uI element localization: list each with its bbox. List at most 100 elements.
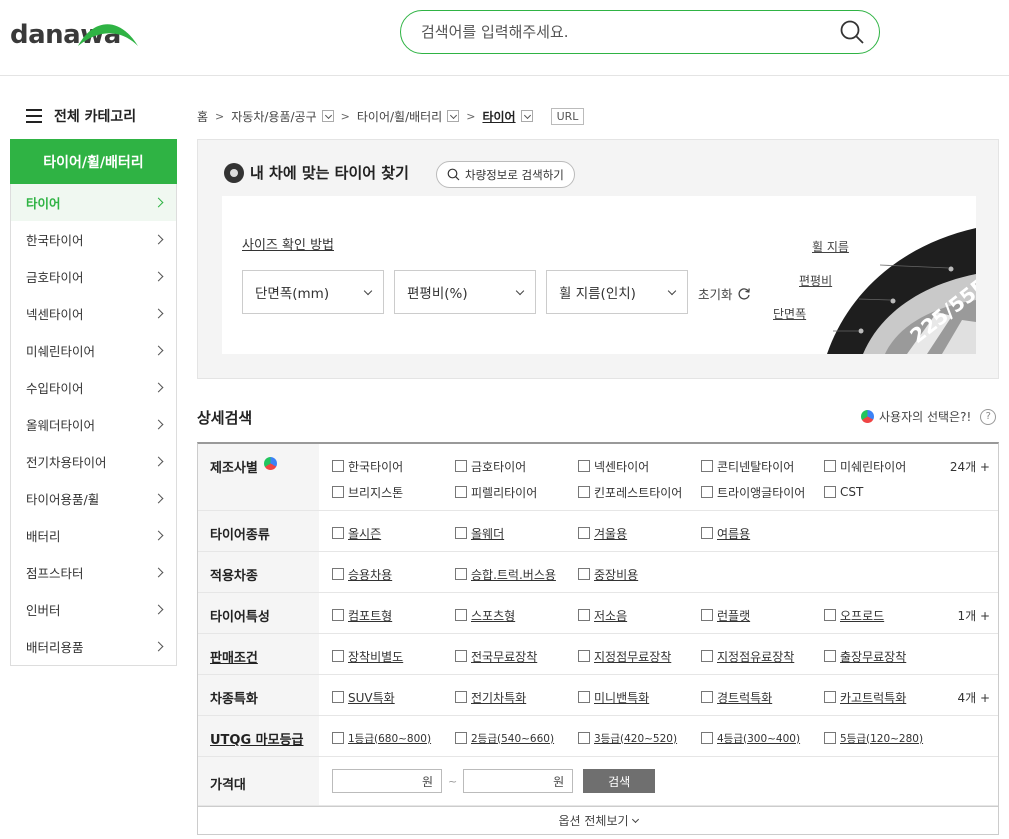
- filter-option[interactable]: 겨울용: [578, 520, 701, 546]
- chevron-down-icon[interactable]: [447, 110, 460, 122]
- sidebar-item-nexen[interactable]: 넥센타이어: [11, 295, 176, 332]
- search-icon[interactable]: [839, 19, 865, 45]
- max-price-input[interactable]: 원: [463, 769, 574, 793]
- checkbox[interactable]: [578, 460, 590, 472]
- checkbox[interactable]: [578, 650, 590, 662]
- sidebar-item-inverter[interactable]: 인버터: [11, 591, 176, 628]
- more-options-button[interactable]: 1개 +: [957, 607, 990, 624]
- checkbox[interactable]: [455, 460, 467, 472]
- filter-option[interactable]: 5등급(120~280): [824, 725, 947, 751]
- checkbox[interactable]: [455, 486, 467, 498]
- filter-option[interactable]: 카고트럭특화: [824, 684, 947, 710]
- checkbox[interactable]: [332, 460, 344, 472]
- sidebar-item-all-weather[interactable]: 올웨더타이어: [11, 406, 176, 443]
- filter-option[interactable]: 한국타이어: [332, 453, 455, 479]
- checkbox[interactable]: [578, 732, 590, 744]
- checkbox[interactable]: [332, 732, 344, 744]
- filter-option[interactable]: 콘티넨탈타이어: [701, 453, 824, 479]
- checkbox[interactable]: [578, 609, 590, 621]
- checkbox[interactable]: [455, 568, 467, 580]
- sidebar-item-tire[interactable]: 타이어: [11, 184, 176, 221]
- filter-option[interactable]: 여름용: [701, 520, 824, 546]
- width-select[interactable]: 단면폭(mm): [242, 270, 384, 314]
- sidebar-item-hankook[interactable]: 한국타이어: [11, 221, 176, 258]
- checkbox[interactable]: [824, 732, 836, 744]
- breadcrumb-current[interactable]: 타이어: [482, 108, 515, 125]
- filter-option[interactable]: 전국무료장착: [455, 643, 578, 669]
- sidebar-item-battery[interactable]: 배터리: [11, 517, 176, 554]
- search-input[interactable]: [421, 21, 821, 43]
- filter-option[interactable]: 브리지스톤: [332, 479, 455, 505]
- checkbox[interactable]: [455, 527, 467, 539]
- filter-option[interactable]: 지정점유료장착: [701, 643, 824, 669]
- checkbox[interactable]: [455, 691, 467, 703]
- more-options-button[interactable]: 24개 +: [950, 458, 990, 475]
- sidebar-item-tire-accessories[interactable]: 타이어용품/휠: [11, 480, 176, 517]
- chevron-down-icon[interactable]: [321, 110, 334, 122]
- chevron-down-icon[interactable]: [520, 110, 533, 122]
- size-help-link[interactable]: 사이즈 확인 방법: [242, 234, 334, 253]
- checkbox[interactable]: [455, 609, 467, 621]
- filter-option[interactable]: 금호타이어: [455, 453, 578, 479]
- filter-option[interactable]: 올웨더: [455, 520, 578, 546]
- filter-option[interactable]: 컴포트형: [332, 602, 455, 628]
- sidebar-item-battery-accessories[interactable]: 배터리용품: [11, 628, 176, 665]
- checkbox[interactable]: [701, 609, 713, 621]
- filter-option[interactable]: 장착비별도: [332, 643, 455, 669]
- min-price-input[interactable]: 원: [332, 769, 442, 793]
- filter-option[interactable]: 오프로드: [824, 602, 947, 628]
- sidebar-item-kumho[interactable]: 금호타이어: [11, 258, 176, 295]
- filter-option[interactable]: 미쉐린타이어: [824, 453, 947, 479]
- checkbox[interactable]: [824, 650, 836, 662]
- checkbox[interactable]: [332, 609, 344, 621]
- checkbox[interactable]: [701, 527, 713, 539]
- reset-button[interactable]: 초기화: [698, 284, 751, 303]
- sidebar-item-imported[interactable]: 수입타이어: [11, 369, 176, 406]
- checkbox[interactable]: [701, 486, 713, 498]
- checkbox[interactable]: [455, 650, 467, 662]
- filter-option[interactable]: 미니밴특화: [578, 684, 701, 710]
- checkbox[interactable]: [824, 691, 836, 703]
- danawa-logo[interactable]: danawa: [10, 14, 140, 54]
- checkbox[interactable]: [701, 691, 713, 703]
- checkbox[interactable]: [332, 650, 344, 662]
- checkbox[interactable]: [455, 732, 467, 744]
- checkbox[interactable]: [701, 460, 713, 472]
- filter-option[interactable]: 승용차용: [332, 561, 455, 587]
- view-all-options-button[interactable]: 옵션 전체보기: [198, 806, 998, 834]
- filter-option[interactable]: 올시즌: [332, 520, 455, 546]
- filter-option[interactable]: 스포츠형: [455, 602, 578, 628]
- filter-option[interactable]: CST: [824, 479, 947, 505]
- checkbox[interactable]: [701, 732, 713, 744]
- filter-option[interactable]: SUV특화: [332, 684, 455, 710]
- checkbox[interactable]: [332, 568, 344, 580]
- sidebar-item-michelin[interactable]: 미쉐린타이어: [11, 332, 176, 369]
- more-options-button[interactable]: 4개 +: [957, 689, 990, 706]
- all-categories-button[interactable]: 전체 카테고리: [26, 104, 136, 128]
- pie-chart-icon[interactable]: [263, 457, 277, 470]
- breadcrumb-level2[interactable]: 타이어/휠/배터리: [357, 108, 442, 125]
- checkbox[interactable]: [578, 486, 590, 498]
- checkbox[interactable]: [332, 486, 344, 498]
- filter-option[interactable]: 피렐리타이어: [455, 479, 578, 505]
- filter-option[interactable]: 1등급(680~800): [332, 725, 455, 751]
- checkbox[interactable]: [701, 650, 713, 662]
- sidebar-heading[interactable]: 타이어/휠/배터리: [10, 139, 177, 184]
- filter-option[interactable]: 킨포레스트타이어: [578, 479, 701, 505]
- filter-option[interactable]: 넥센타이어: [578, 453, 701, 479]
- filter-option[interactable]: 출장무료장착: [824, 643, 947, 669]
- checkbox[interactable]: [578, 527, 590, 539]
- breadcrumb-home[interactable]: 홈: [197, 108, 208, 125]
- checkbox[interactable]: [824, 609, 836, 621]
- checkbox[interactable]: [332, 527, 344, 539]
- help-icon[interactable]: ?: [980, 408, 997, 425]
- rim-diameter-select[interactable]: 휠 지름(인치): [546, 270, 688, 314]
- filter-option[interactable]: 지정점무료장착: [578, 643, 701, 669]
- filter-option[interactable]: 경트럭특화: [701, 684, 824, 710]
- checkbox[interactable]: [824, 460, 836, 472]
- filter-option[interactable]: 승합.트럭.버스용: [455, 561, 578, 587]
- filter-option[interactable]: 트라이앵글타이어: [701, 479, 824, 505]
- price-search-button[interactable]: 검색: [583, 769, 656, 793]
- filter-option[interactable]: 런플랫: [701, 602, 824, 628]
- filter-option[interactable]: 2등급(540~660): [455, 725, 578, 751]
